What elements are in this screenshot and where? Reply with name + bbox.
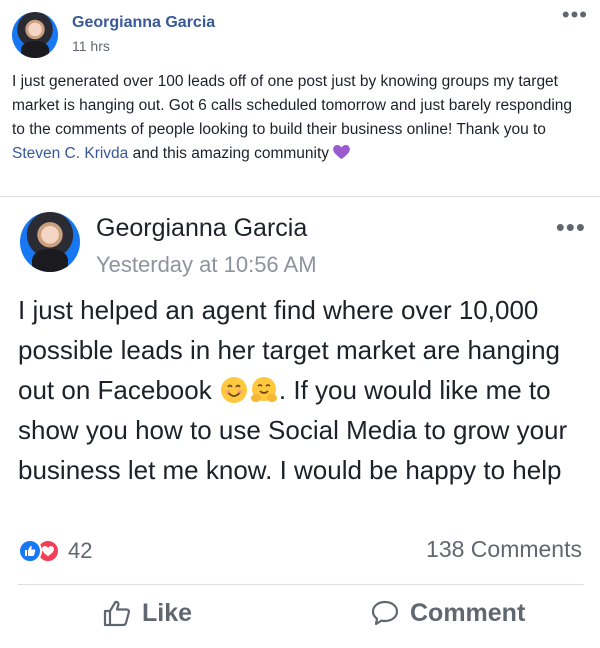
- reactions-count: 42: [68, 538, 93, 563]
- shared-author-name[interactable]: Georgianna Garcia: [96, 214, 307, 243]
- comment-label: Comment: [410, 598, 526, 627]
- more-dots-icon[interactable]: •••: [562, 4, 588, 26]
- reactions-summary[interactable]: 42: [18, 538, 92, 564]
- post-text-part: and this amazing community: [128, 145, 334, 162]
- comment-button[interactable]: Comment: [370, 598, 525, 628]
- thumbs-up-icon: [103, 600, 131, 627]
- purple-heart-icon: [333, 145, 351, 160]
- like-reaction-icon: [18, 539, 42, 563]
- outer-post: Georgianna Garcia 11 hrs ••• I just gene…: [0, 0, 600, 198]
- hugging-face-icon: [250, 377, 277, 402]
- divider: [0, 196, 600, 197]
- shared-author-avatar[interactable]: [20, 212, 80, 272]
- action-bar: Like Comment: [0, 592, 600, 642]
- mention-link[interactable]: Steven C. Krivda: [12, 145, 128, 162]
- author-avatar[interactable]: [12, 12, 58, 58]
- author-name[interactable]: Georgianna Garcia: [72, 14, 215, 32]
- post-timestamp[interactable]: 11 hrs: [72, 38, 110, 54]
- smiling-face-icon: [220, 377, 247, 403]
- more-dots-icon[interactable]: •••: [556, 214, 586, 240]
- comment-bubble-icon: [371, 600, 399, 626]
- post-text: I just generated over 100 leads off of o…: [12, 70, 588, 166]
- like-button[interactable]: Like: [102, 598, 192, 628]
- comments-count-link[interactable]: 138 Comments: [426, 536, 582, 563]
- shared-post-timestamp[interactable]: Yesterday at 10:56 AM: [96, 252, 317, 278]
- divider: [18, 584, 584, 585]
- post-text-part: I just generated over 100 leads off of o…: [12, 73, 573, 138]
- shared-post-text: I just helped an agent find where over 1…: [18, 290, 588, 490]
- like-label: Like: [142, 598, 193, 627]
